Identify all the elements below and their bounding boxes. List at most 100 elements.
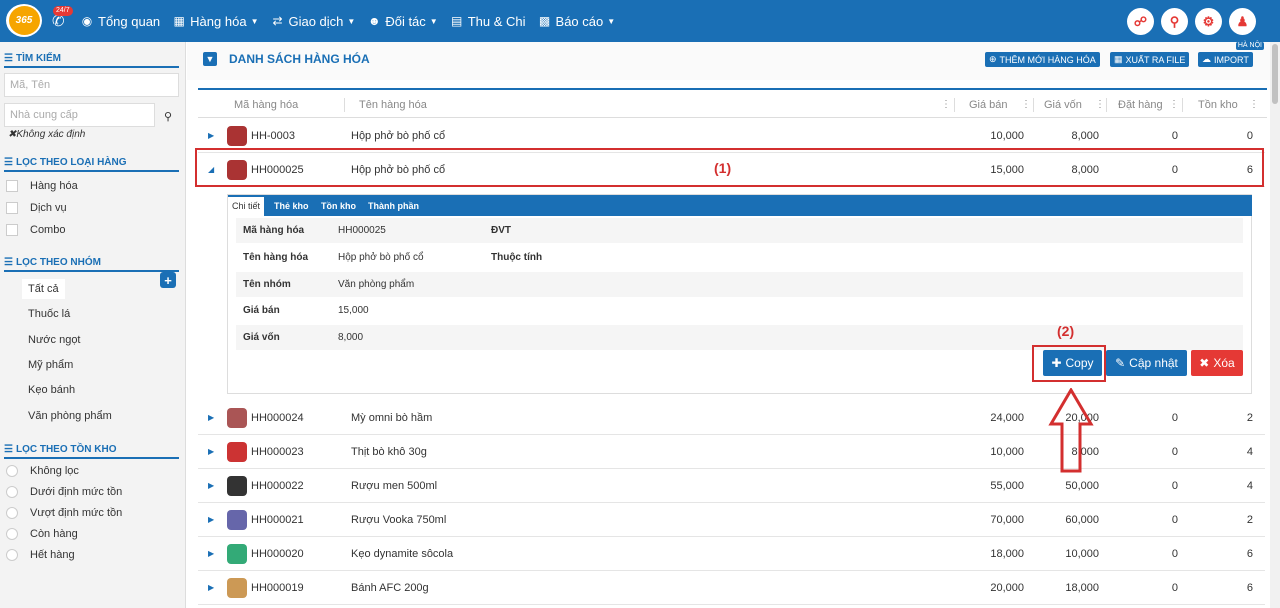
- scrollbar[interactable]: [1270, 42, 1280, 608]
- search-input[interactable]: [4, 73, 179, 97]
- column-menu-icon[interactable]: ⋮: [1249, 99, 1259, 110]
- add-product-button[interactable]: ⊕ THÊM MỚI HÀNG HÓA: [985, 52, 1100, 67]
- user-icon[interactable]: ♟: [1229, 8, 1256, 35]
- product-stock: 2: [1246, 412, 1253, 424]
- filter-type-hang-hoa[interactable]: Hàng hóa: [6, 180, 78, 192]
- column-menu-icon[interactable]: ⋮: [1021, 99, 1031, 110]
- page-title: DANH SÁCH HÀNG HÓA: [229, 52, 370, 66]
- radio-label: Vượt định mức tồn: [30, 507, 123, 519]
- product-code: HH000021: [251, 514, 304, 526]
- expand-arrow-icon[interactable]: ▶: [208, 435, 214, 469]
- col-stock-header[interactable]: Tồn kho: [1198, 99, 1238, 111]
- table-row[interactable]: ▶ HH000020 Kẹo dynamite sôcola 18,000 10,000…: [198, 537, 1265, 571]
- search-icon[interactable]: ⚲: [156, 104, 180, 128]
- cubes-icon: ▦: [173, 14, 185, 28]
- table-row[interactable]: ▶ HH000021 Rượu Vooka 750ml 70,000 60,000 0 2: [198, 503, 1265, 537]
- supplier-input[interactable]: [4, 103, 155, 127]
- stock-filter-option[interactable]: Còn hàng: [6, 528, 78, 540]
- menu-doi-tac[interactable]: ☻ Đối tác ▼: [367, 14, 438, 29]
- tab-ton-kho[interactable]: Tồn kho: [317, 197, 360, 216]
- tab-thanh-phan[interactable]: Thành phần: [364, 197, 423, 216]
- expand-arrow-icon[interactable]: ▶: [208, 469, 214, 503]
- undefined-supplier-link[interactable]: ✖Không xác định: [8, 129, 85, 140]
- field-value: HH000025: [338, 225, 386, 236]
- checkbox[interactable]: [6, 224, 18, 236]
- col-name-header[interactable]: Tên hàng hóa: [359, 99, 427, 111]
- add-group-button[interactable]: +: [160, 272, 176, 288]
- radio[interactable]: [6, 528, 18, 540]
- group-item[interactable]: Thuốc lá: [22, 304, 76, 324]
- detail-row: Giá bán 15,000: [236, 298, 1243, 324]
- product-name: Rượu men 500ml: [351, 480, 438, 492]
- col-cost-header[interactable]: Giá vốn: [1044, 99, 1082, 111]
- copy-button[interactable]: ✚ Copy: [1043, 350, 1102, 376]
- group-item[interactable]: Mỹ phẩm: [22, 355, 79, 375]
- group-item[interactable]: Văn phòng phẩm: [22, 406, 118, 426]
- expand-arrow-icon[interactable]: ▶: [208, 503, 214, 537]
- product-ordered: 0: [1171, 514, 1178, 526]
- stock-filter-option[interactable]: Dưới định mức tồn: [6, 486, 122, 498]
- product-code: HH000020: [251, 548, 304, 560]
- delete-button[interactable]: ✖ Xóa: [1191, 350, 1243, 376]
- menu-tong-quan[interactable]: ◉ Tổng quan: [80, 14, 160, 29]
- group-item[interactable]: Nước ngọt: [22, 330, 87, 350]
- table-row[interactable]: ▶ HH000024 Mỳ omni bò hầm 24,000 20,000 0 2: [198, 401, 1265, 435]
- table-row[interactable]: ▶ HH000023 Thịt bò khô 30g 10,000 8,000 0 4: [198, 435, 1265, 469]
- radio[interactable]: [6, 507, 18, 519]
- product-cost: 18,000: [1065, 582, 1099, 594]
- table-row[interactable]: ▶ HH000022 Rượu men 500ml 55,000 50,000 0 4: [198, 469, 1265, 503]
- checkbox-label: Hàng hóa: [30, 180, 78, 192]
- update-button[interactable]: ✎ Cập nhật: [1106, 350, 1187, 376]
- product-cost: 60,000: [1065, 514, 1099, 526]
- stock-filter-option[interactable]: Không lọc: [6, 465, 79, 477]
- detail-tabs: Chi tiết Thẻ kho Tồn kho Thành phần: [228, 195, 1252, 216]
- export-file-button[interactable]: ▦ XUẤT RA FILE: [1110, 52, 1190, 67]
- tab-chi-tiet[interactable]: Chi tiết: [228, 197, 265, 216]
- column-menu-icon[interactable]: ⋮: [1095, 99, 1105, 110]
- gear-icon[interactable]: ⚙: [1195, 8, 1222, 35]
- divider: [4, 66, 179, 68]
- filter-type-combo[interactable]: Combo: [6, 224, 65, 236]
- checkbox[interactable]: [6, 202, 18, 214]
- menu-bao-cao[interactable]: ▩ Báo cáo ▼: [538, 14, 615, 29]
- location-icon[interactable]: ⚲: [1161, 8, 1188, 35]
- radio[interactable]: [6, 486, 18, 498]
- stock-filter-option[interactable]: Hết hàng: [6, 549, 75, 561]
- scrollbar-thumb[interactable]: [1272, 44, 1278, 104]
- import-button[interactable]: ☁ IMPORT: [1198, 52, 1253, 67]
- filter-type-dich-vu[interactable]: Dịch vụ: [6, 202, 67, 214]
- radio-label: Không lọc: [30, 465, 79, 477]
- product-name: Rượu Vooka 750ml: [351, 514, 447, 526]
- divider: [4, 170, 179, 172]
- column-menu-icon[interactable]: ⋮: [941, 99, 951, 110]
- col-order-header[interactable]: Đặt hàng: [1118, 99, 1163, 111]
- cart-icon[interactable]: ☍: [1127, 8, 1154, 35]
- expand-arrow-icon[interactable]: ▶: [208, 537, 214, 571]
- column-menu-icon[interactable]: ⋮: [1169, 99, 1179, 110]
- column-separator: [1033, 98, 1034, 112]
- main-menu: ◉ Tổng quan ▦ Hàng hóa ▼ ⇄ Giao dịch ▼ ☻ Đối t…: [80, 0, 615, 42]
- caret-down-icon: ▼: [347, 16, 356, 26]
- expand-arrow-icon[interactable]: ▶: [208, 401, 214, 435]
- col-price-header[interactable]: Giá bán: [969, 99, 1008, 111]
- col-code-header[interactable]: Mã hàng hóa: [234, 99, 298, 111]
- radio[interactable]: [6, 465, 18, 477]
- product-name: Kẹo dynamite sôcola: [351, 548, 454, 560]
- filter-icon[interactable]: ▼: [203, 52, 217, 66]
- menu-thu-chi[interactable]: ▤ Thu & Chi: [450, 14, 525, 29]
- menu-hang-hoa[interactable]: ▦ Hàng hóa ▼: [172, 14, 259, 29]
- radio[interactable]: [6, 549, 18, 561]
- menu-giao-dich[interactable]: ⇄ Giao dịch ▼: [270, 14, 355, 29]
- plus-circle-icon: ⊕: [989, 54, 997, 64]
- expand-arrow-icon[interactable]: ▶: [208, 571, 214, 605]
- checkbox[interactable]: [6, 180, 18, 192]
- table-row[interactable]: ▶ HH000019 Bánh AFC 200g 20,000 18,000 0 6: [198, 571, 1265, 605]
- logo[interactable]: 365: [6, 4, 42, 37]
- group-item[interactable]: Kẹo bánh: [22, 380, 81, 400]
- stock-filter-option[interactable]: Vượt định mức tồn: [6, 507, 122, 519]
- product-price: 24,000: [990, 412, 1024, 424]
- tab-the-kho[interactable]: Thẻ kho: [270, 197, 313, 216]
- product-code: HH000024: [251, 412, 304, 424]
- product-stock: 4: [1246, 480, 1253, 492]
- group-item[interactable]: Tất cả: [22, 279, 65, 299]
